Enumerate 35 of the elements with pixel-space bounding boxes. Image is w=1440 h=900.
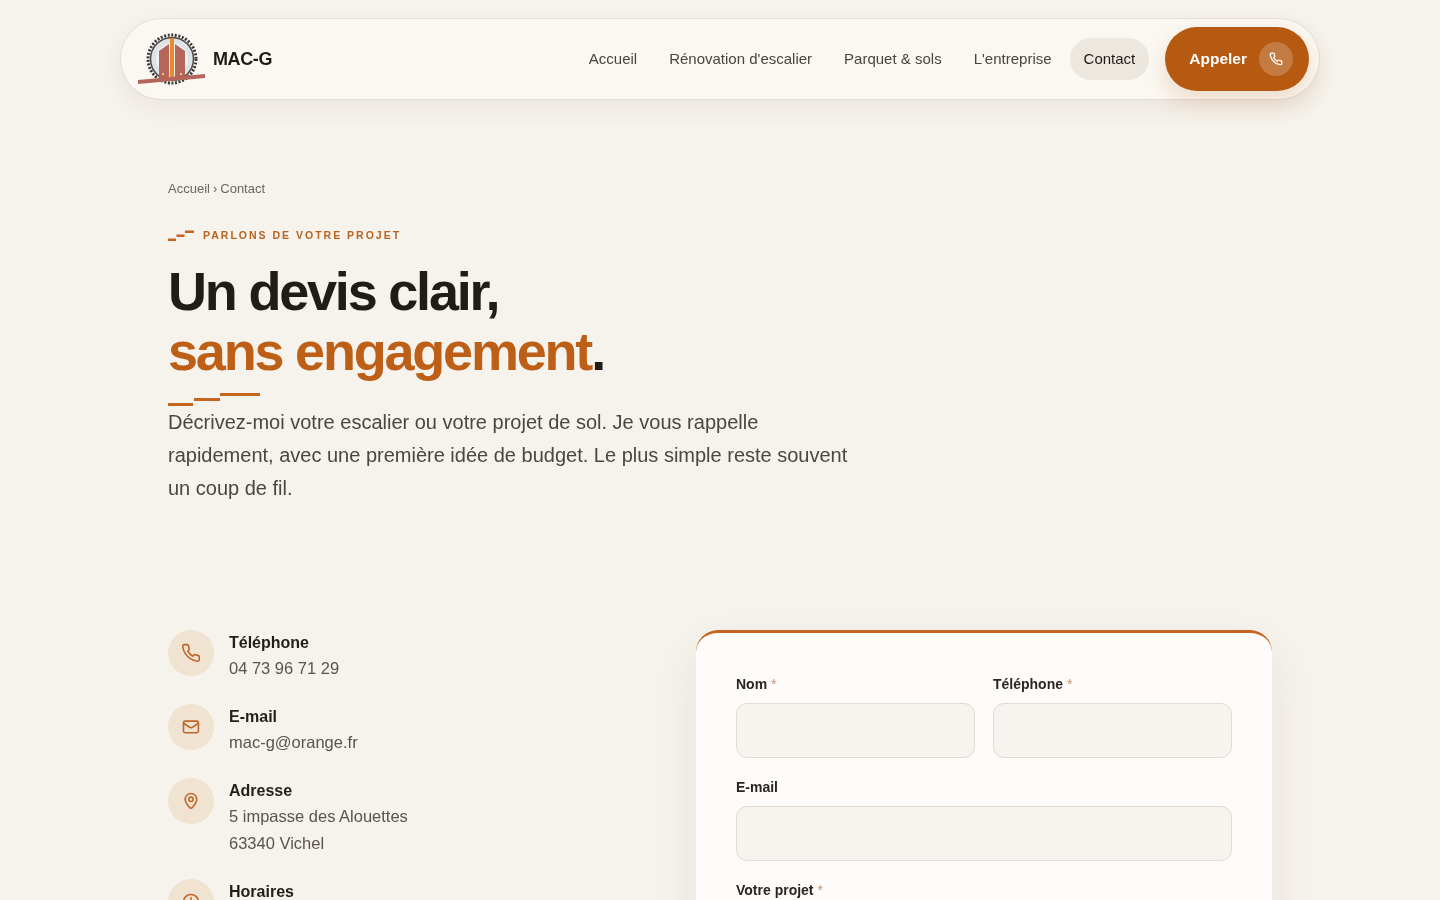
page-heading: Un devis clair, sans engagement. bbox=[168, 261, 604, 381]
input-field[interactable] bbox=[736, 703, 975, 758]
contact-label: Adresse bbox=[229, 781, 294, 801]
stair-steps-icon bbox=[168, 229, 194, 241]
nav-link[interactable]: Parquet & sols bbox=[830, 38, 956, 80]
field-label: Nom * bbox=[736, 675, 778, 694]
contact-label: Horaires bbox=[229, 882, 294, 900]
contact-value: 5 impasse des Alouettes bbox=[229, 806, 408, 827]
nav-link[interactable]: Rénovation d'escalier bbox=[655, 38, 827, 80]
phone-icon bbox=[168, 630, 214, 676]
nav-link[interactable]: L'entreprise bbox=[959, 38, 1066, 80]
eyebrow-text: PARLONS DE VOTRE PROJET bbox=[203, 229, 402, 241]
stair-steps-icon bbox=[168, 393, 260, 406]
breadcrumb-link[interactable]: Accueil bbox=[168, 181, 210, 196]
phone-icon bbox=[1259, 42, 1293, 76]
field-label: Votre projet * bbox=[736, 881, 824, 900]
contact-value: 04 73 96 71 29 bbox=[229, 658, 340, 679]
contact-value: mac-g@orange.fr bbox=[229, 732, 358, 753]
brand-link[interactable]: MAC-G bbox=[138, 32, 272, 86]
intro-paragraph: Décrivez-moi votre escalier ou votre projet de sol. Je vous rappelle rapidement, avec une première idée de budget. Le plus simple reste souvent un coup de fil. bbox=[168, 410, 849, 501]
breadcrumb-separator: › bbox=[212, 181, 218, 196]
nav-link[interactable]: Contact bbox=[1069, 38, 1150, 80]
contact-label: E-mail bbox=[229, 707, 278, 727]
field-label: E-mail bbox=[736, 778, 779, 797]
nav-link[interactable]: Accueil bbox=[574, 38, 652, 80]
input-field[interactable] bbox=[993, 703, 1232, 758]
mail-icon bbox=[168, 704, 214, 750]
breadcrumb-current: Contact bbox=[220, 181, 266, 196]
contact-value: 63340 Vichel bbox=[229, 833, 326, 854]
logo-icon bbox=[138, 32, 205, 86]
contact-label: Téléphone bbox=[229, 633, 310, 653]
field-label: Téléphone * bbox=[993, 675, 1074, 694]
call-button[interactable]: Appeler bbox=[1165, 27, 1309, 91]
map-pin-icon bbox=[168, 778, 214, 824]
input-field[interactable] bbox=[736, 806, 1232, 861]
